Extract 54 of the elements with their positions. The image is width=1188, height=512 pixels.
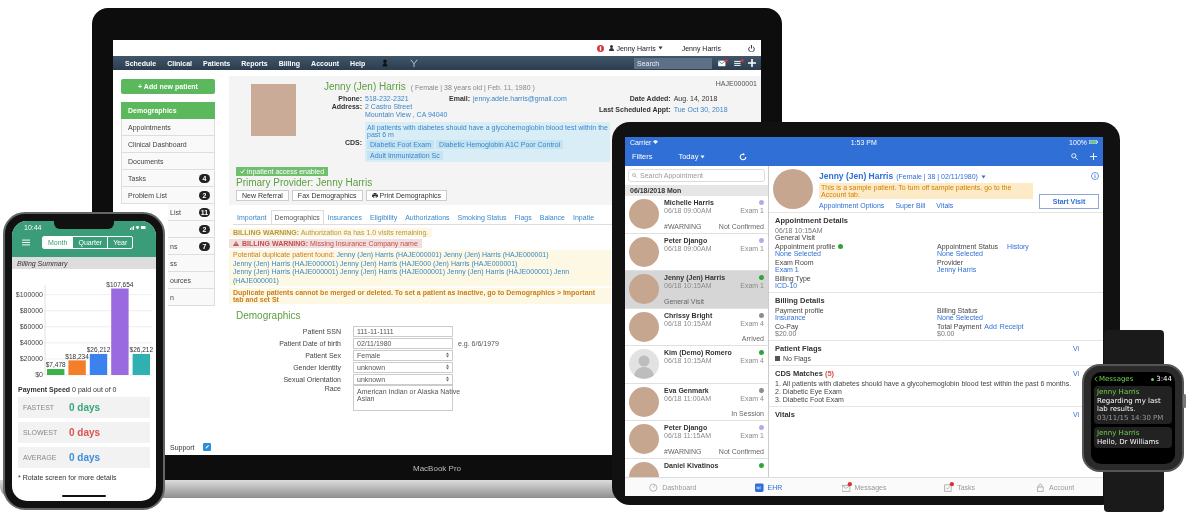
caret-icon [657, 46, 663, 50]
check-icon [240, 169, 245, 174]
mail-icon[interactable] [718, 59, 728, 67]
search-icon [632, 173, 637, 178]
watch-crown [1183, 394, 1186, 408]
stat-value: 0 days [69, 427, 101, 438]
printer-icon [371, 193, 378, 198]
avatar-photo-placeholder [629, 274, 659, 304]
plus-icon[interactable] [1090, 153, 1097, 160]
avatar-photo-placeholder [629, 424, 659, 454]
alert-icon [597, 44, 605, 52]
patient-name: Jenny (Jen) Harris [324, 81, 406, 92]
info-icon[interactable] [1091, 172, 1099, 180]
fork-icon[interactable] [410, 59, 419, 67]
chevron-icon [1094, 376, 1098, 382]
caret-icon [980, 175, 986, 179]
avatar-photo-placeholder [629, 236, 659, 267]
list-icon[interactable] [734, 59, 744, 67]
status-icons [130, 225, 146, 230]
avatar-silhouette-icon [629, 349, 659, 379]
chart-bar [47, 369, 65, 375]
home-indicator [62, 495, 106, 497]
menu-icon[interactable] [22, 239, 30, 246]
laptop-brand: MacBook Pro [413, 464, 461, 473]
warning-icon [233, 241, 239, 246]
avatar-photo-placeholder [773, 169, 813, 209]
patient-name: Jenny (Jen) Harris [819, 171, 894, 181]
section-heading: Demographics [236, 310, 301, 321]
updown-icon [446, 376, 449, 382]
phone-notch [54, 221, 114, 229]
battery-icon [1089, 140, 1098, 144]
avatar-photo-placeholder [629, 199, 659, 229]
avatar-photo-placeholder [629, 386, 659, 417]
plus-icon[interactable] [748, 59, 756, 67]
search-icon[interactable] [1071, 153, 1078, 160]
primary-provider: Primary Provider: Jenny Harris [236, 177, 373, 188]
updown-icon [446, 352, 449, 358]
person-icon [609, 45, 615, 51]
dot-icon [1151, 377, 1155, 381]
stat-value: 0 days [69, 452, 101, 463]
chart-bar [68, 360, 86, 375]
photo-placeholder [251, 84, 296, 136]
edit-icon[interactable] [202, 443, 211, 451]
stat-value: 0 days [69, 402, 101, 413]
status-dot-icon [838, 244, 844, 249]
person-icon[interactable] [382, 59, 389, 67]
wifi-icon [653, 140, 659, 144]
caret-icon [700, 154, 706, 159]
chart-bar [89, 353, 108, 375]
updown-icon [446, 364, 449, 370]
avatar-photo-placeholder [629, 311, 659, 342]
chart-bar [132, 353, 150, 375]
refresh-icon[interactable] [739, 152, 748, 161]
power-icon[interactable] [748, 44, 755, 52]
